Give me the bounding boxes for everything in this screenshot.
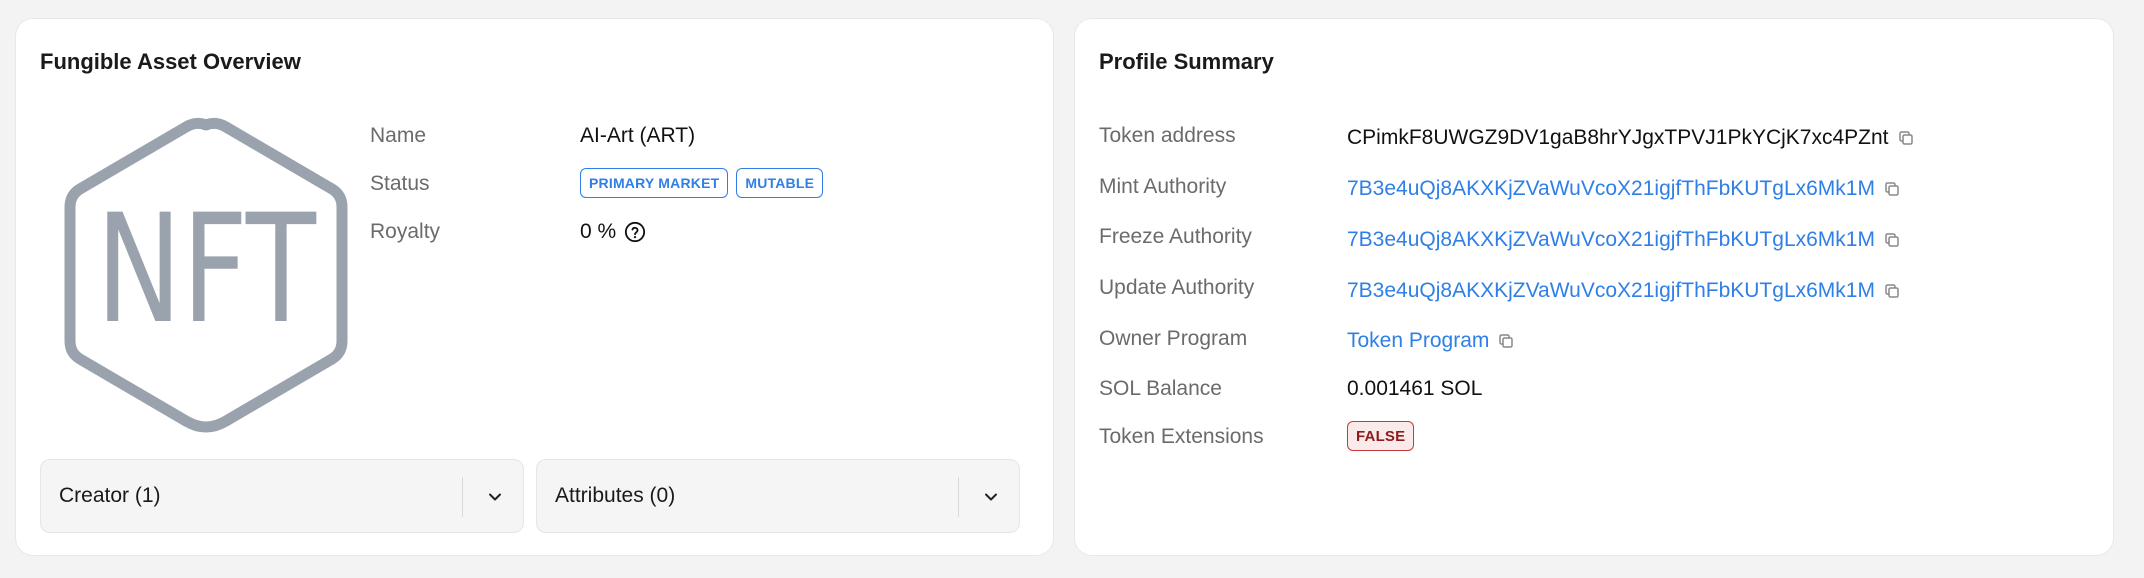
badge-primary-market: PRIMARY MARKET xyxy=(580,168,729,198)
copy-icon[interactable] xyxy=(1883,282,1901,300)
creator-accordion-label: Creator (1) xyxy=(59,484,161,507)
owner-program-link[interactable]: Token Program xyxy=(1347,329,1489,353)
badge-mutable: MUTABLE xyxy=(736,168,824,198)
update-authority-link[interactable]: 7B3e4uQj8AKXKjZVaWuVcoX21igjfThFbKUTgLx6… xyxy=(1347,279,1875,303)
attributes-accordion-label: Attributes (0) xyxy=(555,484,676,507)
creator-accordion[interactable]: Creator (1) xyxy=(40,459,524,533)
attributes-accordion[interactable]: Attributes (0) xyxy=(536,459,1020,533)
freeze-authority-link[interactable]: 7B3e4uQj8AKXKjZVaWuVcoX21igjfThFbKUTgLx6… xyxy=(1347,228,1875,252)
royalty-value: 0 % xyxy=(580,220,617,243)
chevron-down-icon[interactable] xyxy=(981,487,1001,507)
status-badges: PRIMARY MARKET MUTABLE xyxy=(580,168,824,198)
owner-program-value-wrap: Token Program xyxy=(1347,329,1515,353)
accordion-divider xyxy=(462,477,463,517)
status-label: Status xyxy=(370,172,430,195)
chevron-down-icon[interactable] xyxy=(485,487,505,507)
mint-authority-value-wrap: 7B3e4uQj8AKXKjZVaWuVcoX21igjfThFbKUTgLx6… xyxy=(1347,177,1901,201)
accordion-divider xyxy=(958,477,959,517)
fungible-asset-overview-card: Fungible Asset Overview NFT Name AI-Art … xyxy=(15,18,1054,556)
card-title-fungible-asset-overview: Fungible Asset Overview xyxy=(40,49,301,74)
sol-balance-label: SOL Balance xyxy=(1099,377,1222,400)
freeze-authority-value-wrap: 7B3e4uQj8AKXKjZVaWuVcoX21igjfThFbKUTgLx6… xyxy=(1347,228,1901,252)
token-address-value-wrap: CPimkF8UWGZ9DV1gaB8hrYJgxTPVJ1PkYCjK7xc4… xyxy=(1347,126,1915,150)
token-extensions-value-wrap: FALSE xyxy=(1347,421,1415,451)
name-value: AI-Art (ART) xyxy=(580,124,696,147)
copy-icon[interactable] xyxy=(1883,180,1901,198)
help-circle-icon[interactable] xyxy=(624,221,646,243)
copy-icon[interactable] xyxy=(1497,332,1515,350)
token-extensions-badge: FALSE xyxy=(1347,421,1415,451)
nft-logo-text: NFT xyxy=(96,183,317,357)
update-authority-label: Update Authority xyxy=(1099,276,1255,299)
card-title-profile-summary: Profile Summary xyxy=(1099,49,1274,74)
freeze-authority-label: Freeze Authority xyxy=(1099,225,1252,248)
royalty-label: Royalty xyxy=(370,220,441,243)
update-authority-value-wrap: 7B3e4uQj8AKXKjZVaWuVcoX21igjfThFbKUTgLx6… xyxy=(1347,279,1901,303)
owner-program-label: Owner Program xyxy=(1099,327,1248,350)
token-extensions-label: Token Extensions xyxy=(1099,425,1264,448)
sol-balance-value: 0.001461 SOL xyxy=(1347,377,1483,400)
mint-authority-label: Mint Authority xyxy=(1099,175,1227,198)
royalty-value-wrap: 0 % xyxy=(580,220,646,244)
copy-icon[interactable] xyxy=(1883,231,1901,249)
mint-authority-link[interactable]: 7B3e4uQj8AKXKjZVaWuVcoX21igjfThFbKUTgLx6… xyxy=(1347,177,1875,201)
profile-summary-card: Profile Summary Token address CPimkF8UWG… xyxy=(1074,18,2114,556)
name-label: Name xyxy=(370,124,427,147)
token-address-label: Token address xyxy=(1099,124,1236,147)
nft-logo-icon: NFT xyxy=(64,117,348,433)
copy-icon[interactable] xyxy=(1897,129,1915,147)
token-address-value: CPimkF8UWGZ9DV1gaB8hrYJgxTPVJ1PkYCjK7xc4… xyxy=(1347,126,1889,149)
